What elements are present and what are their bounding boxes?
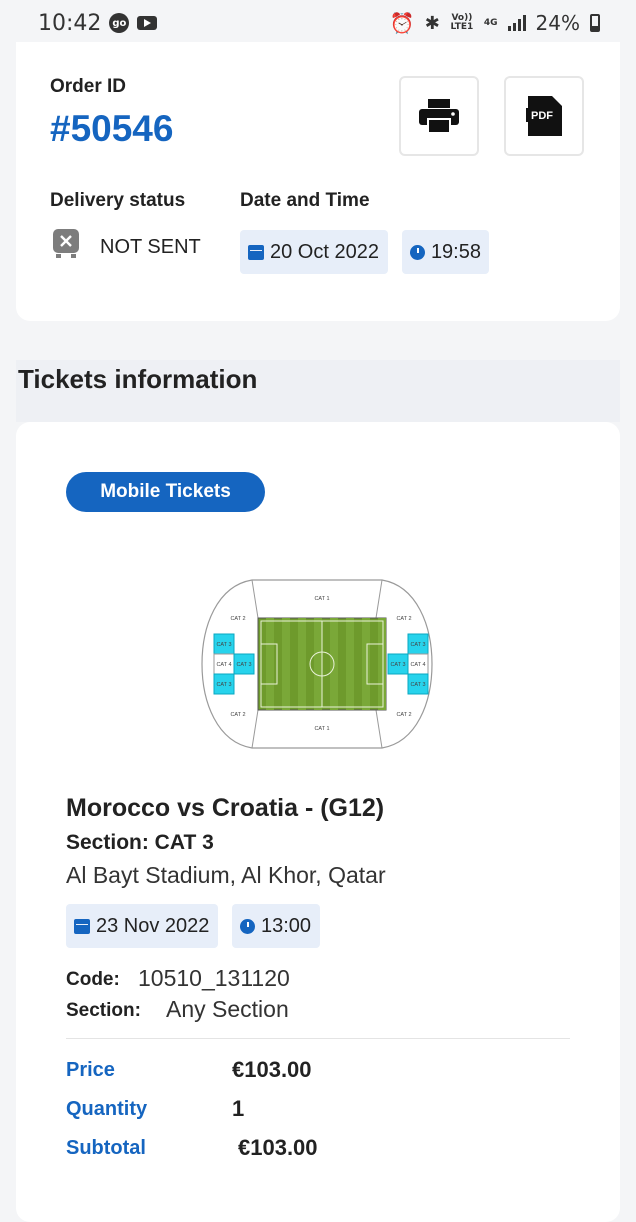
- pdf-icon-text: PDF: [531, 110, 553, 122]
- cat-label-right-mid-inner: CAT 3: [390, 662, 405, 668]
- delivery-status-label: Delivery status: [50, 190, 186, 211]
- cat-label-left-mid-outer: CAT 4: [216, 662, 231, 668]
- status-bar-left: 10:42 go: [38, 10, 158, 36]
- signal-icon: [507, 15, 526, 31]
- order-date: 20 Oct 2022: [270, 240, 379, 263]
- quantity-value: 1: [232, 1096, 245, 1121]
- cat-label-right-mid-outer: CAT 4: [410, 662, 425, 668]
- ticket-section-label: Section:: [66, 1000, 141, 1021]
- subtotal-value: €103.00: [238, 1135, 318, 1160]
- cat-label-top: CAT 1: [314, 596, 329, 602]
- order-date-pill: 20 Oct 2022: [240, 230, 388, 274]
- match-title: Morocco vs Croatia - (G12): [66, 794, 385, 822]
- price-value: €103.00: [232, 1057, 312, 1082]
- code-label: Code:: [66, 969, 120, 990]
- pdf-button[interactable]: PDF: [504, 76, 584, 156]
- match-date: 23 Nov 2022: [96, 914, 210, 937]
- youtube-icon: [137, 16, 158, 30]
- tickets-section-title: Tickets information: [18, 364, 258, 394]
- stadium-seating-map[interactable]: CAT 1 CAT 1 CAT 2 CAT 2 CAT 2 CAT 2 CAT …: [192, 576, 442, 752]
- calendar-icon: [74, 918, 90, 934]
- go-app-icon: go: [109, 13, 130, 33]
- bluetooth-icon: ✱: [424, 12, 440, 34]
- battery-icon: [590, 14, 600, 32]
- match-time: 13:00: [261, 914, 312, 937]
- not-sent-icon: [53, 229, 79, 258]
- order-id-label: Order ID: [50, 76, 127, 97]
- cat-label-bottom: CAT 1: [314, 726, 329, 732]
- cat-label-right-bottom: CAT 3: [410, 682, 425, 688]
- order-id-value: #50546: [50, 108, 174, 149]
- clock-time: 10:42: [38, 10, 102, 36]
- mobile-tickets-button[interactable]: Mobile Tickets: [66, 472, 265, 512]
- order-time-pill: 19:58: [402, 230, 489, 274]
- cat-label-corner-tr: CAT 2: [396, 616, 411, 622]
- price-label: Price: [66, 1059, 115, 1081]
- code-value: 10510_131120: [138, 965, 290, 991]
- quantity-label: Quantity: [66, 1098, 148, 1120]
- match-date-pill: 23 Nov 2022: [66, 904, 218, 948]
- alarm-icon: ⏰: [389, 11, 415, 35]
- pdf-icon: PDF: [526, 96, 562, 136]
- cat-label-left-mid-inner: CAT 3: [236, 662, 251, 668]
- order-time: 19:58: [430, 240, 481, 263]
- ticket-section-value: Any Section: [166, 996, 289, 1022]
- cat-label-right-top: CAT 3: [410, 642, 425, 648]
- network-4g-indicator: 4G: [483, 17, 498, 28]
- clock-icon: [240, 918, 255, 934]
- date-time-label: Date and Time: [240, 190, 370, 211]
- match-venue: Al Bayt Stadium, Al Khor, Qatar: [66, 862, 386, 888]
- print-icon: [419, 99, 459, 133]
- volte-indicator: Vo)) LTE1: [450, 13, 474, 32]
- match-section: Section: CAT 3: [66, 831, 214, 854]
- clock-icon: [410, 244, 425, 260]
- cat-label-left-top: CAT 3: [216, 642, 231, 648]
- status-bar-right: ⏰ ✱ Vo)) LTE1 4G 24%: [390, 11, 600, 35]
- subtotal-label: Subtotal: [66, 1137, 146, 1159]
- match-time-pill: 13:00: [232, 904, 320, 948]
- print-button[interactable]: [399, 76, 479, 156]
- cat-label-corner-tl: CAT 2: [230, 616, 245, 622]
- calendar-icon: [248, 244, 264, 260]
- battery-percent: 24%: [535, 11, 580, 35]
- cat-label-corner-bl: CAT 2: [230, 712, 245, 718]
- divider: [66, 1038, 570, 1039]
- cat-label-corner-br: CAT 2: [396, 712, 411, 718]
- status-bar: 10:42 go ⏰ ✱ Vo)) LTE1 4G 24%: [0, 0, 636, 46]
- delivery-status-value: NOT SENT: [100, 236, 201, 258]
- cat-label-left-bottom: CAT 3: [216, 682, 231, 688]
